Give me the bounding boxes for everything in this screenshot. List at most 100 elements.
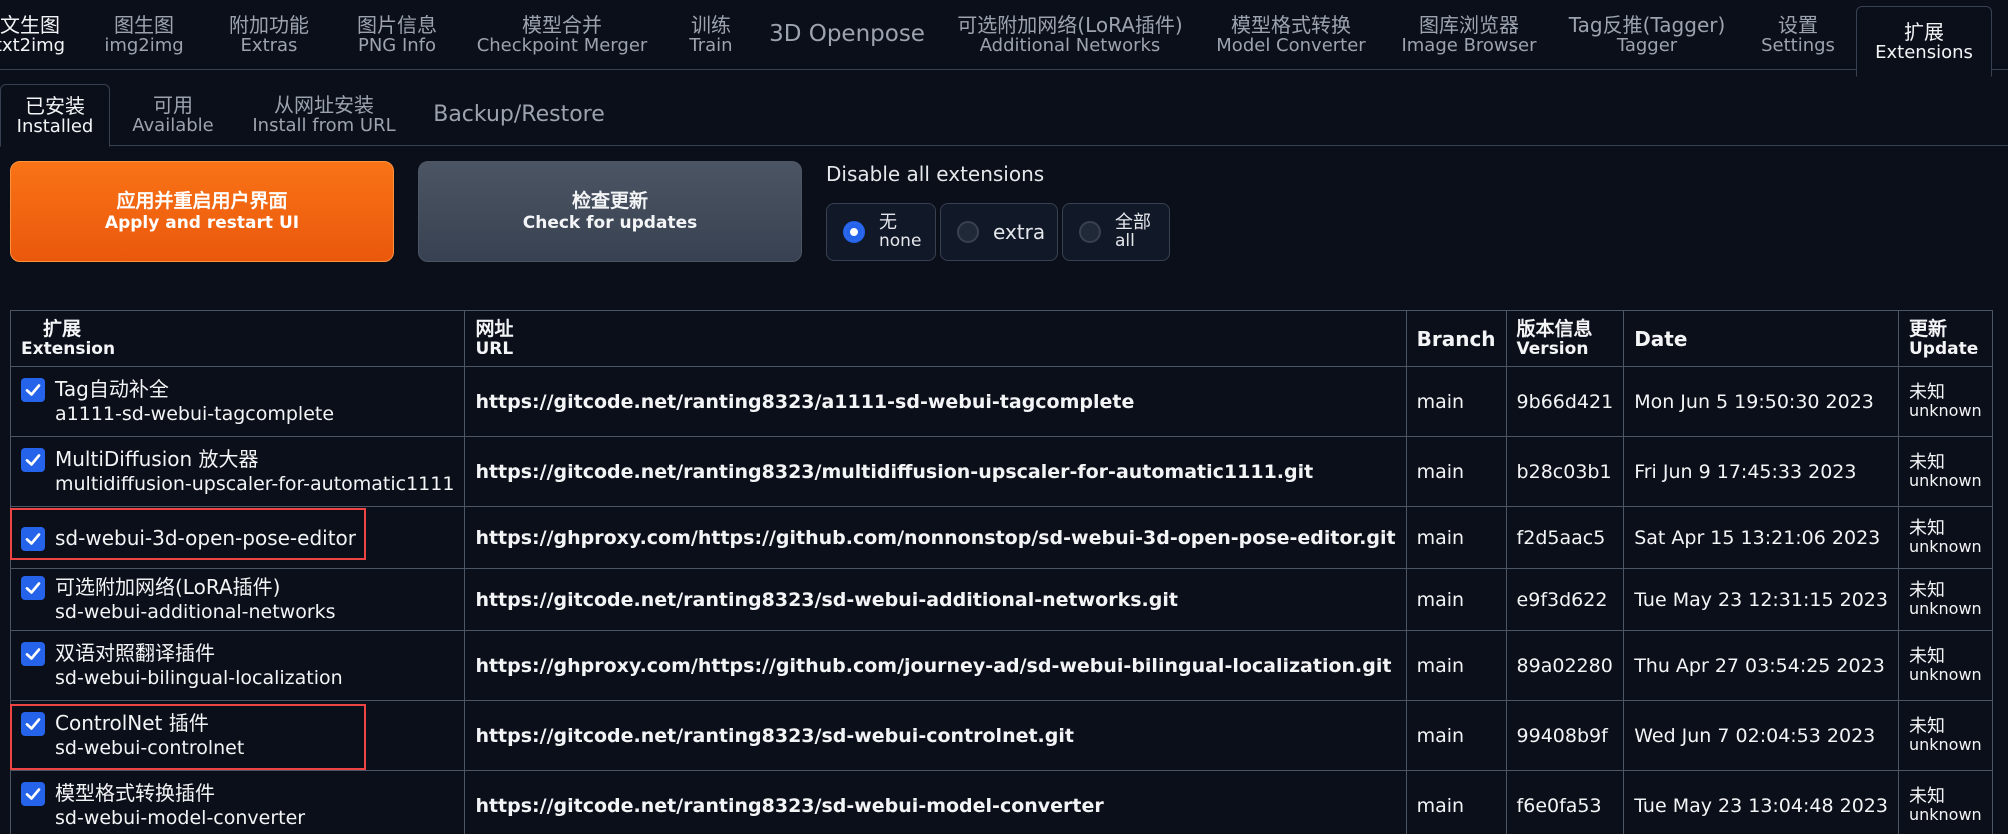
tab-additional-networks[interactable]: 可选附加网络(LoRA插件) Additional Networks [950,0,1190,70]
cell-url[interactable]: https://gitcode.net/ranting8323/sd-webui… [464,568,1407,631]
tab-label-cn: 图片信息 [357,13,437,38]
checkmark-icon [25,582,41,594]
cell-update: 未知 unknown [1897,770,1993,834]
header-label-en: URL [475,338,514,359]
radio-dot [843,221,865,243]
update-status-en: unknown [1908,470,1982,490]
tab-label-cn: 可用 [153,93,193,118]
extension-cell-content: ControlNet 插件 sd-webui-controlnet [21,710,454,761]
tab-label-cn: 附加功能 [229,13,309,38]
tab-label-cn: 从网址安装 [274,93,374,118]
update-status-cn: 未知 [1908,645,1945,667]
extension-cell-content: 可选附加网络(LoRA插件) sd-webui-additional-netwo… [21,574,454,625]
tab-extensions[interactable]: 扩展 Extensions [1856,6,1992,77]
cell-branch: main [1405,700,1507,771]
button-label-cn: 检查更新 [571,189,648,212]
checkmark-icon [25,454,41,466]
extension-slug: sd-webui-bilingual-localization [55,667,343,690]
radio-disable-extra[interactable]: extra [940,203,1058,261]
tab-label-en: PNG Info [357,35,437,57]
radio-disable-all[interactable]: 全部 all [1062,203,1170,261]
cell-version: f6e0fa53 [1505,770,1625,834]
update-status: 未知 unknown [1908,785,1982,824]
subtab-backup-restore[interactable]: Backup/Restore [424,84,614,146]
tab-img2img[interactable]: 图生图 img2img [96,0,192,70]
enable-extension-checkbox[interactable] [21,526,45,551]
tab-label-en: txt2img [0,35,66,57]
enable-extension-checkbox[interactable] [21,782,45,807]
tab-tagger[interactable]: Tag反推(Tagger) Tagger [1569,0,1726,70]
tab-extras[interactable]: 附加功能 Extras [218,0,320,70]
radio-disable-none[interactable]: 无 none [826,203,936,261]
update-status-en: unknown [1908,598,1982,618]
header-label-en: Extension [21,338,116,359]
tab-label-en: Tagger [1616,35,1678,57]
extension-title: 模型格式转换插件 [55,781,215,806]
apply-and-restart-button[interactable]: 应用并重启用户界面 Apply and restart UI [10,161,394,262]
enable-extension-checkbox[interactable] [21,576,45,601]
enable-extension-checkbox[interactable] [21,448,45,473]
enable-extension-checkbox[interactable] [21,712,45,737]
header-label-cn: 扩展 [43,317,82,340]
table-row: 模型格式转换插件 sd-webui-model-converter https:… [9,770,1993,834]
update-status-en: unknown [1908,804,1982,824]
tab-png-info[interactable]: 图片信息 PNG Info [346,0,448,70]
tab-label-cn: 图库浏览器 [1419,13,1519,38]
header-label-cn: 网址 [475,317,514,340]
subtab-installed[interactable]: 已安装 Installed [0,84,110,147]
update-status-en: unknown [1908,664,1982,684]
subtab-install-from-url[interactable]: 从网址安装 Install from URL [246,84,402,146]
update-status-en: unknown [1908,536,1982,556]
update-status-cn: 未知 [1908,579,1945,601]
tab-model-converter[interactable]: 模型格式转换 Model Converter [1216,0,1366,70]
cell-url[interactable]: https://gitcode.net/ranting8323/multidif… [464,436,1407,507]
extension-slug: sd-webui-additional-networks [55,601,336,624]
tab-checkpoint-merger[interactable]: 模型合并 Checkpoint Merger [472,0,652,70]
tab-3d-openpose[interactable]: 3D Openpose [769,0,925,70]
checkmark-icon [25,532,41,545]
header-label-en: Version [1516,338,1589,359]
header-update: 更新 Update [1897,310,1993,367]
button-label-en: Check for updates [522,212,698,233]
update-status: 未知 unknown [1909,383,1982,420]
tab-label-en: Checkpoint Merger [476,35,648,57]
cell-branch: main [1405,770,1507,834]
tab-label-cn: 模型合并 [522,13,602,38]
tab-train[interactable]: 训练 Train [680,0,742,70]
subtab-available[interactable]: 可用 Available [122,84,224,146]
cell-url[interactable]: https://ghproxy.com/https://github.com/j… [464,630,1407,701]
tab-label-en: Installed [16,115,94,137]
update-status-cn: 未知 [1908,451,1945,473]
table-row: 双语对照翻译插件 sd-webui-bilingual-localization… [9,630,1993,701]
tab-label: 3D Openpose [769,21,925,48]
tab-txt2img[interactable]: 文生图 txt2img [0,0,70,70]
tab-image-browser[interactable]: 图库浏览器 Image Browser [1396,0,1542,70]
cell-date: Mon Jun 5 19:50:30 2023 [1623,366,1899,437]
check-for-updates-button[interactable]: 检查更新 Check for updates [418,161,802,262]
cell-version: b28c03b1 [1505,436,1625,507]
cell-date: Thu Apr 27 03:54:25 2023 [1623,630,1899,701]
extension-title: sd-webui-3d-open-pose-editor [55,525,357,550]
cell-date: Wed Jun 7 02:04:53 2023 [1623,700,1899,771]
tab-label-cn: 文生图 [0,13,60,38]
tab-label-en: Model Converter [1216,35,1366,57]
installed-extensions-table: 扩展 Extension 网址 URL Branch 版本信息 Version … [9,310,1993,834]
tab-settings[interactable]: 设置 Settings [1750,0,1846,70]
extension-cell-content: MultiDiffusion 放大器 multidiffusion-upscal… [21,446,454,497]
enable-extension-checkbox[interactable] [21,378,45,403]
extension-slug: multidiffusion-upscaler-for-automatic111… [55,473,455,496]
cell-url[interactable]: https://gitcode.net/ranting8323/sd-webui… [464,770,1407,834]
checkmark-icon [25,718,41,730]
cell-extension: 可选附加网络(LoRA插件) sd-webui-additional-netwo… [9,568,466,631]
update-status: 未知 unknown [1908,579,1982,618]
cell-url[interactable]: https://gitcode.net/ranting8323/a1111-sd… [464,366,1407,437]
cell-url[interactable]: https://ghproxy.com/https://github.com/n… [464,506,1407,569]
cell-branch: main [1405,630,1507,701]
enable-extension-checkbox[interactable] [21,642,45,667]
extension-names: 模型格式转换插件 sd-webui-model-converter [55,780,305,831]
cell-url[interactable]: https://gitcode.net/ranting8323/sd-webui… [464,700,1407,771]
cell-extension: sd-webui-3d-open-pose-editor [9,506,466,569]
extension-names: 双语对照翻译插件 sd-webui-bilingual-localization [55,640,343,691]
cell-date: Fri Jun 9 17:45:33 2023 [1623,436,1899,507]
update-status-cn: 未知 [1908,785,1945,807]
